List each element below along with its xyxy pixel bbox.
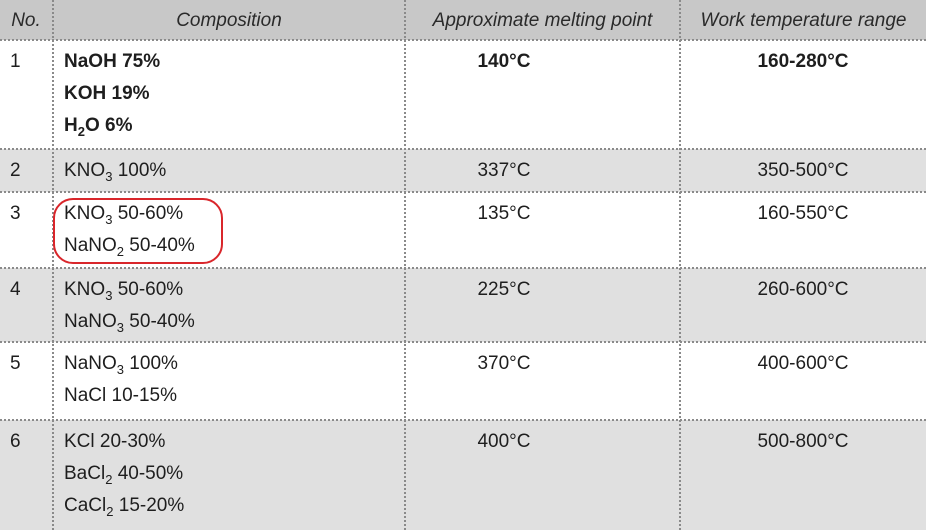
composition-cell: KNO3 50-60% NaNO3 50-40% <box>64 274 195 338</box>
row-divider <box>0 267 926 269</box>
composition-component: KNO3 100% <box>64 160 167 184</box>
melting-point-cell: 135°C <box>477 203 531 224</box>
row-number: 2 <box>10 160 21 181</box>
header-composition: Composition <box>176 10 282 31</box>
composition-component: KCl 20-30% <box>64 431 166 452</box>
row-divider <box>0 39 926 41</box>
header-melting-point: Approximate melting point <box>432 10 653 31</box>
row-number: 5 <box>10 353 21 374</box>
work-range-cell: 500-800°C <box>757 431 849 452</box>
row-number: 6 <box>10 431 21 452</box>
salt-bath-composition-table: No. Composition Approximate melting poin… <box>0 0 926 530</box>
melting-point-cell: 337°C <box>477 160 531 181</box>
composition-component: KNO3 50-60% <box>64 279 184 303</box>
composition-component: BaCl2 40-50% <box>64 463 184 487</box>
row-divider <box>0 419 926 421</box>
header-no: No. <box>11 10 41 31</box>
row-divider <box>0 341 926 343</box>
highlight-circle-row-3 <box>53 198 223 264</box>
work-range-cell: 350-500°C <box>757 160 849 181</box>
composition-cell: KNO3 100% <box>64 155 166 187</box>
composition-component: CaCl2 15-20% <box>64 495 185 519</box>
table-row: 6 KCl 20-30% BaCl2 40-50% CaCl2 15-20% 400°C… <box>0 420 926 530</box>
composition-cell: KCl 20-30% BaCl2 40-50% CaCl2 15-20% <box>64 426 184 522</box>
row-number: 1 <box>10 51 21 72</box>
composition-cell: NaOH 75% KOH 19% H2O 6% <box>64 46 160 142</box>
melting-point-cell: 400°C <box>477 431 531 452</box>
composition-component: NaNO3 50-40% <box>64 311 195 335</box>
row-divider <box>0 191 926 193</box>
composition-component: NaOH 75% <box>64 51 161 72</box>
melting-point-cell: 370°C <box>477 353 531 374</box>
table-header-row: No. Composition Approximate melting poin… <box>0 0 926 40</box>
work-range-cell: 400-600°C <box>757 353 849 374</box>
table-row: 1 NaOH 75% KOH 19% H2O 6% 140°C 160-280°C <box>0 40 926 149</box>
row-number: 4 <box>10 279 21 300</box>
row-divider <box>0 148 926 150</box>
composition-component: H2O 6% <box>64 115 133 139</box>
work-range-cell: 160-550°C <box>757 203 849 224</box>
row-number: 3 <box>10 203 21 224</box>
composition-component: NaNO3 100% <box>64 353 178 377</box>
melting-point-cell: 140°C <box>477 51 531 72</box>
table-row: 4 KNO3 50-60% NaNO3 50-40% 225°C 260-600°C <box>0 268 926 342</box>
work-range-cell: 160-280°C <box>757 51 849 72</box>
composition-component: NaCl 10-15% <box>64 385 178 406</box>
table-row: 2 KNO3 100% 337°C 350-500°C <box>0 149 926 192</box>
composition-cell: NaNO3 100% NaCl 10-15% <box>64 348 178 412</box>
melting-point-cell: 225°C <box>477 279 531 300</box>
table-row: 5 NaNO3 100% NaCl 10-15% 370°C 400-600°C <box>0 342 926 420</box>
column-divider <box>52 0 54 530</box>
column-divider <box>679 0 681 530</box>
column-divider <box>404 0 406 530</box>
header-work-range: Work temperature range <box>700 10 907 31</box>
work-range-cell: 260-600°C <box>757 279 849 300</box>
composition-component: KOH 19% <box>64 83 150 104</box>
